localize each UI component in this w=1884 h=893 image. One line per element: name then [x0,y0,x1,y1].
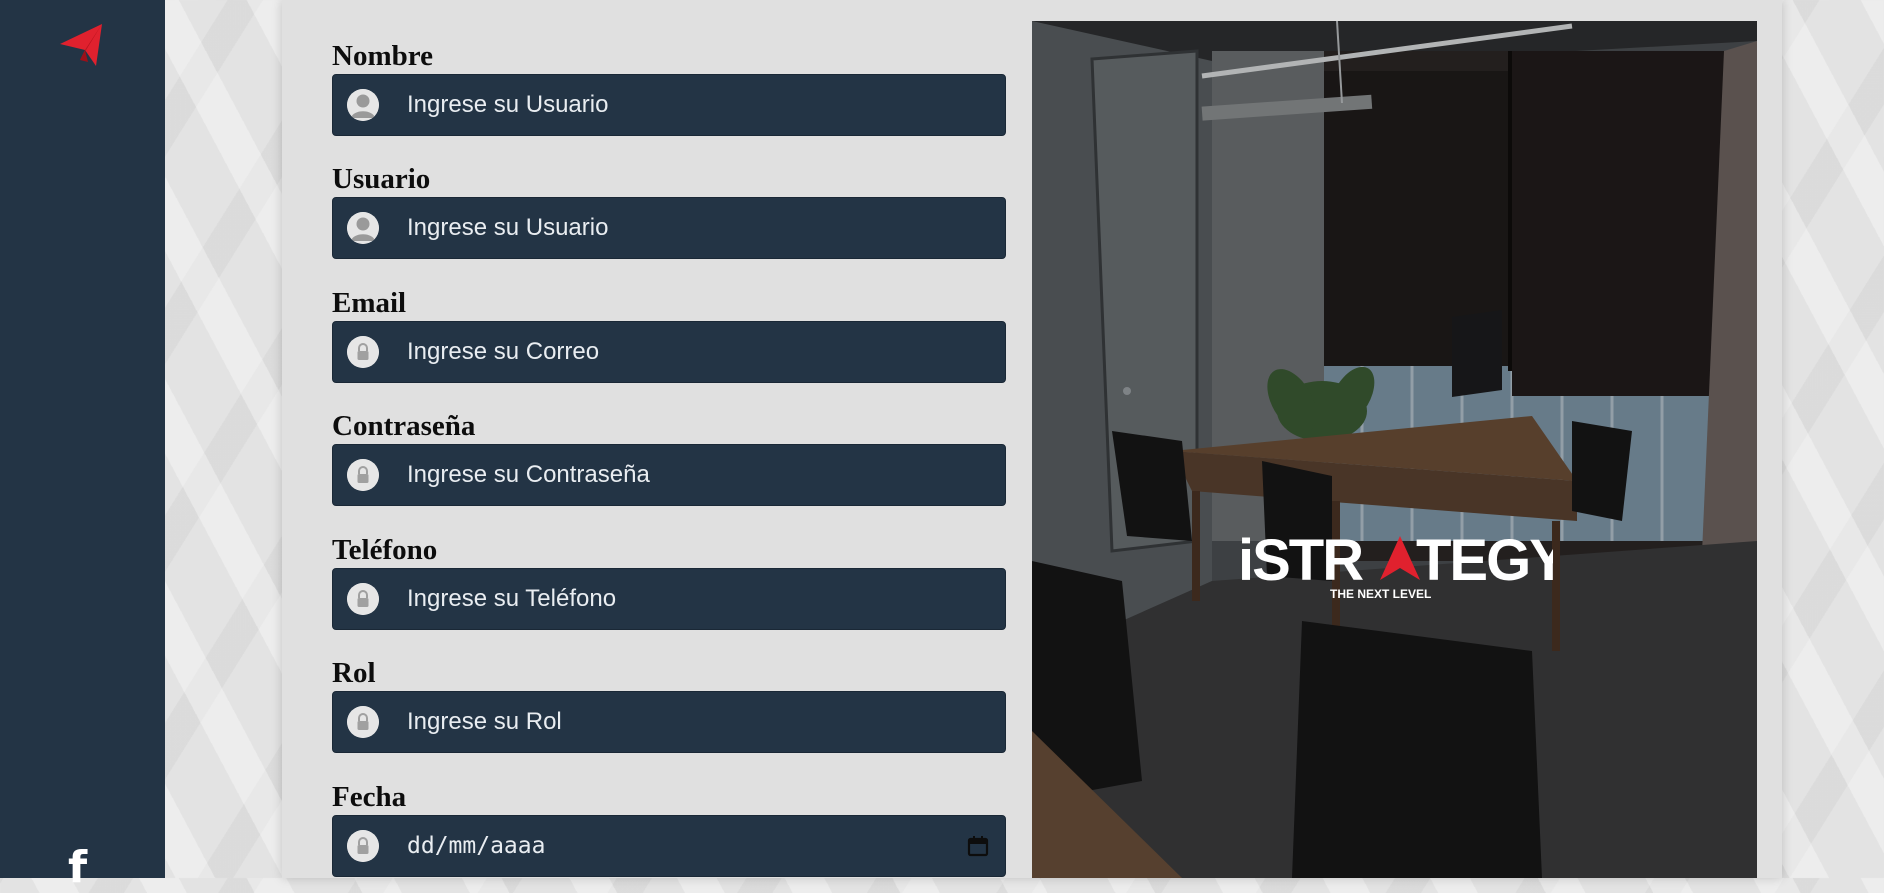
istrategy-logo: iSTR TEGY THE NEXT LEVEL [1238,528,1569,604]
fecha-placeholder: dd/mm/aaaa [407,833,546,859]
field-label-telefono: Teléfono [332,534,438,566]
user-icon [347,212,379,244]
nombre-placeholder: Ingrese su Usuario [407,91,609,118]
password-placeholder: Ingrese su Contraseña [407,461,650,488]
rol-input[interactable]: Ingrese su Rol [332,691,1006,753]
rol-placeholder: Ingrese su Rol [407,708,562,735]
lock-icon [347,830,379,862]
register-card: Nombre Ingrese su Usuario Usuario Ingres… [282,0,1782,878]
lock-icon [347,336,379,368]
fecha-input[interactable]: dd/mm/aaaa [332,815,1006,877]
facebook-icon[interactable]: f [68,846,98,890]
lock-icon [347,583,379,615]
office-photo [1032,21,1757,878]
email-placeholder: Ingrese su Correo [407,338,600,365]
lock-icon [347,706,379,738]
svg-text:TEGY: TEGY [1416,528,1553,593]
svg-text:THE NEXT LEVEL: THE NEXT LEVEL [1330,587,1431,601]
telefono-placeholder: Ingrese su Teléfono [407,585,617,612]
svg-text:iSTR: iSTR [1238,528,1363,593]
usuario-placeholder: Ingrese su Usuario [407,214,609,241]
user-icon [347,89,379,121]
sidebar: f [0,0,165,890]
nombre-input[interactable]: Ingrese su Usuario [332,74,1006,136]
field-label-email: Email [332,287,407,319]
field-label-nombre: Nombre [332,40,433,72]
usuario-input[interactable]: Ingrese su Usuario [332,197,1006,259]
telefono-input[interactable]: Ingrese su Teléfono [332,568,1006,630]
field-label-usuario: Usuario [332,163,431,195]
paper-plane-icon[interactable] [58,20,106,68]
field-label-rol: Rol [332,657,376,689]
lock-icon [347,459,379,491]
field-label-fecha: Fecha [332,781,407,813]
email-input[interactable]: Ingrese su Correo [332,321,1006,383]
field-label-contrasena: Contraseña [332,410,476,442]
password-input[interactable]: Ingrese su Contraseña [332,444,1006,506]
calendar-icon[interactable] [967,835,989,857]
